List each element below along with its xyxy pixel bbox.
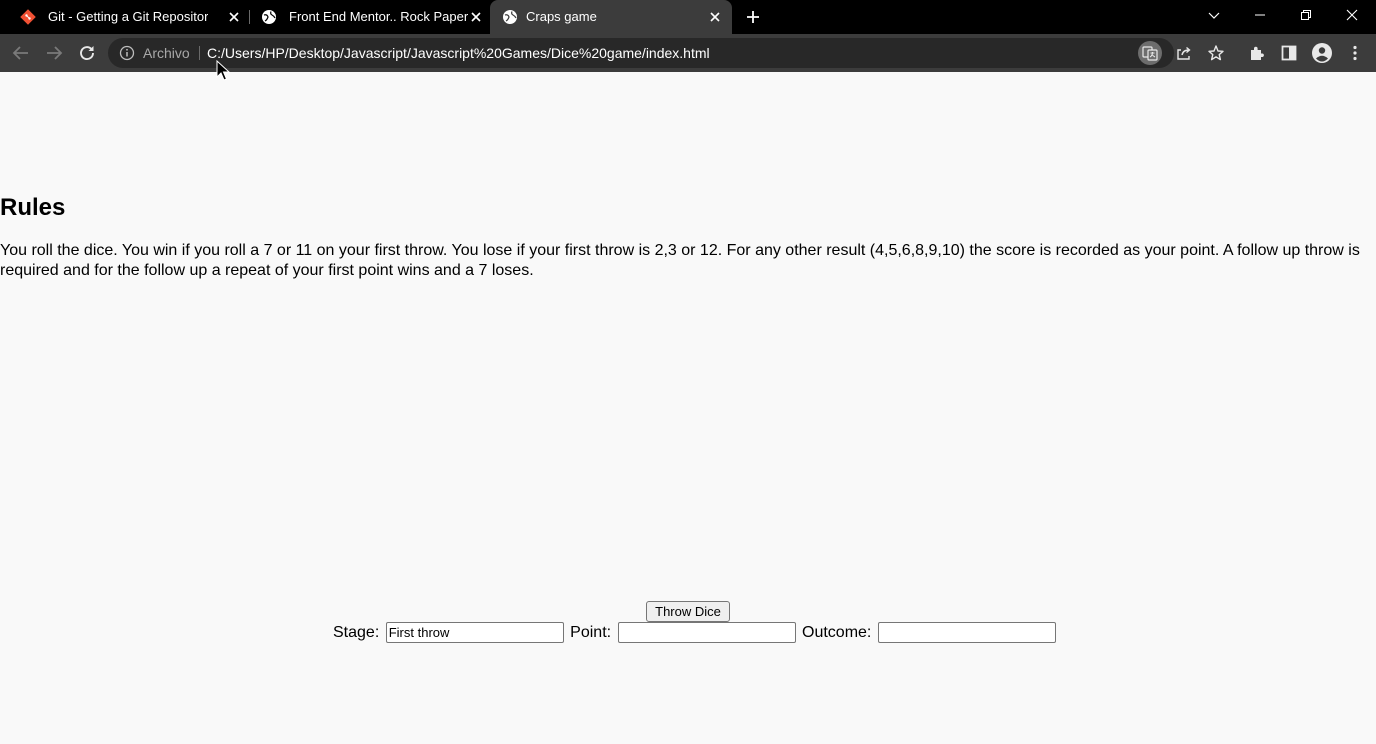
security-label: Archivo bbox=[143, 45, 190, 61]
restore-icon bbox=[1301, 10, 1311, 20]
address-bar[interactable]: Archivo C:/Users/HP/Desktop/Javascript/J… bbox=[108, 38, 1224, 68]
stage-field[interactable] bbox=[385, 622, 564, 643]
minimize-icon bbox=[1255, 14, 1265, 16]
side-panel-icon[interactable] bbox=[1277, 41, 1301, 65]
reload-icon[interactable] bbox=[75, 41, 99, 65]
chevron-down-icon bbox=[1208, 12, 1220, 19]
rules-text: You roll the dice. You win if you roll a… bbox=[0, 242, 1360, 279]
share-icon[interactable] bbox=[1172, 41, 1196, 65]
rules-heading: Rules bbox=[0, 194, 66, 221]
close-tab-icon[interactable] bbox=[468, 9, 484, 25]
menu-dots-icon[interactable] bbox=[1343, 41, 1367, 65]
globe-icon bbox=[503, 10, 517, 24]
profile-avatar-icon[interactable] bbox=[1310, 41, 1334, 65]
close-tab-icon[interactable] bbox=[707, 9, 723, 25]
tab-git[interactable]: Git - Getting a Git Repository bbox=[8, 0, 248, 34]
restore-button[interactable] bbox=[1283, 0, 1329, 30]
tab-craps-game[interactable]: Craps game bbox=[490, 0, 732, 34]
close-icon bbox=[1346, 9, 1358, 21]
globe-icon bbox=[262, 10, 276, 24]
url-text[interactable]: C:/Users/HP/Desktop/Javascript/Javascrip… bbox=[207, 45, 710, 61]
translate-button[interactable] bbox=[1138, 41, 1162, 65]
git-icon bbox=[20, 9, 36, 25]
tab-title: Git - Getting a Git Repository bbox=[48, 9, 208, 24]
mouse-cursor-icon bbox=[216, 60, 230, 81]
tab-strip: Git - Getting a Git Repository Front End… bbox=[0, 0, 1376, 34]
info-icon[interactable] bbox=[119, 45, 135, 61]
back-icon[interactable] bbox=[9, 41, 33, 65]
forward-icon[interactable] bbox=[42, 41, 66, 65]
new-tab-icon[interactable] bbox=[745, 9, 761, 25]
browser-toolbar: Archivo C:/Users/HP/Desktop/Javascript/J… bbox=[0, 34, 1376, 72]
throw-dice-button[interactable]: Throw Dice bbox=[646, 601, 730, 622]
outcome-label: Outcome: bbox=[802, 623, 872, 641]
point-field[interactable] bbox=[617, 622, 796, 643]
outcome-field[interactable] bbox=[877, 622, 1056, 643]
extensions-icon[interactable] bbox=[1245, 41, 1269, 65]
tab-search-button[interactable] bbox=[1191, 0, 1237, 30]
translate-icon bbox=[1142, 46, 1158, 61]
point-label: Point: bbox=[570, 623, 612, 641]
bookmark-star-icon[interactable] bbox=[1204, 41, 1228, 65]
minimize-button[interactable] bbox=[1237, 0, 1283, 30]
close-window-button[interactable] bbox=[1329, 0, 1375, 30]
tab-front-end-mentor[interactable]: Front End Mentor.. Rock Paper Sc bbox=[249, 0, 489, 34]
tab-title: Craps game bbox=[526, 9, 597, 24]
close-tab-icon[interactable] bbox=[226, 9, 242, 25]
tab-title: Front End Mentor.. Rock Paper Sc bbox=[289, 9, 469, 24]
omnibox-divider bbox=[199, 46, 200, 60]
stage-label: Stage: bbox=[333, 623, 380, 641]
game-status-row: Stage: Point: Outcome: bbox=[333, 622, 1058, 644]
